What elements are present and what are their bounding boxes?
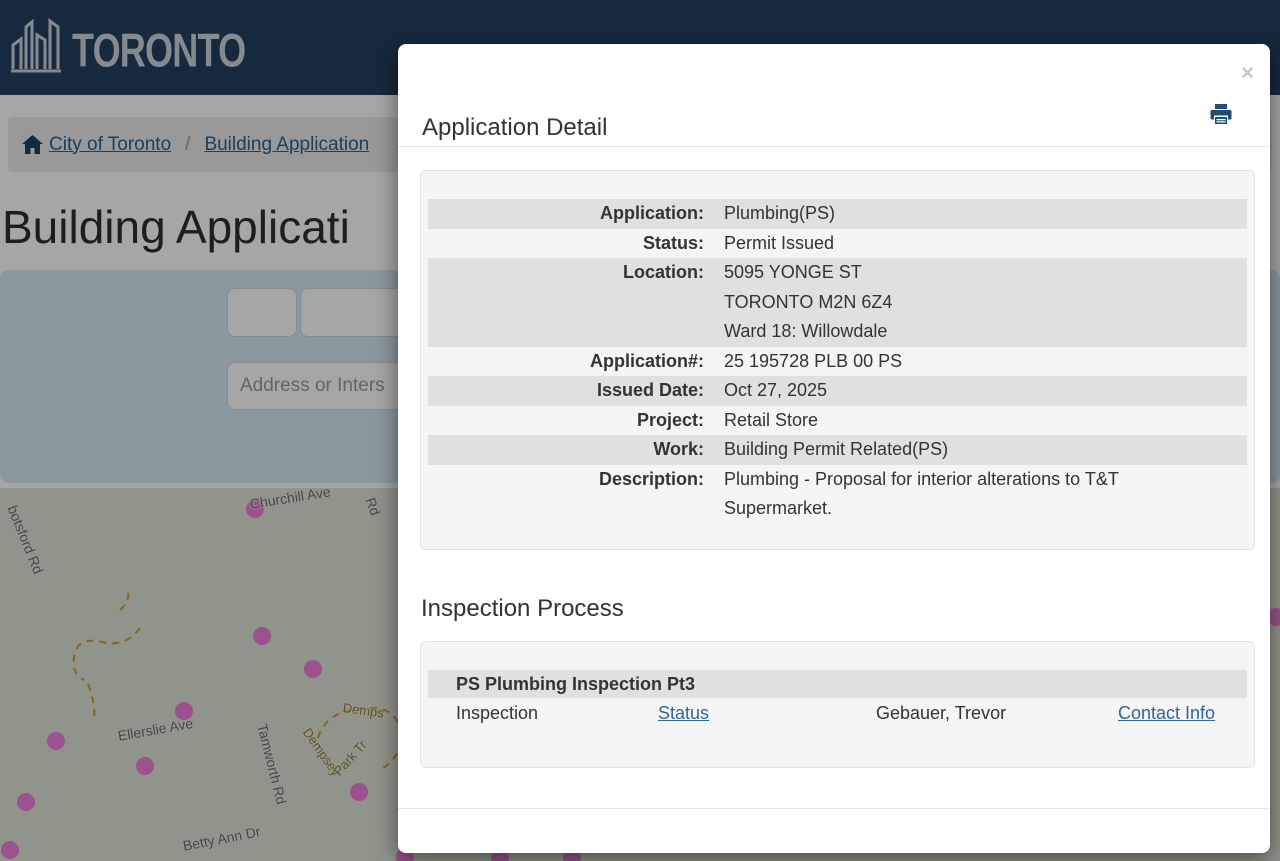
detail-row: Application: Plumbing(PS) — [428, 199, 1247, 229]
detail-row-value: Retail Store — [724, 409, 819, 430]
detail-row-label: Status: — [642, 232, 704, 253]
detail-row-label: Description: — [598, 468, 704, 489]
detail-row: Work: Building Permit Related(PS) — [428, 435, 1247, 465]
detail-row-value: Permit Issued — [724, 232, 835, 253]
detail-row: Description: Plumbing - Proposal for inte… — [428, 465, 1247, 524]
page: TORONTO City of Toronto / Building Appli… — [0, 0, 1280, 861]
close-icon[interactable]: × — [1241, 62, 1254, 84]
inspection-panel: PS Plumbing Inspection Pt3 Inspection St… — [420, 641, 1255, 768]
contact-info-link[interactable]: Contact Info — [1118, 703, 1215, 723]
detail-row-label: Issued Date: — [596, 380, 704, 400]
detail-row-value: Building Permit Related(PS) — [724, 439, 949, 459]
detail-row-value: Plumbing - Proposal for interior alterat… — [724, 468, 1119, 519]
inspection-type: Inspection — [456, 703, 539, 723]
print-icon[interactable] — [1209, 102, 1233, 126]
detail-row-label: Project: — [636, 409, 704, 430]
detail-row-value: 25 195728 PLB 00 PS — [724, 350, 903, 371]
application-detail-modal: Application Detail × Application: Plumbin… — [398, 44, 1270, 853]
application-detail-table: Application: Plumbing(PS) Status: Permit Is… — [420, 170, 1255, 550]
detail-row: Project: Retail Store — [428, 406, 1247, 436]
detail-row-label: Application#: — [589, 350, 704, 371]
inspection-group-title: PS Plumbing Inspection Pt3 — [428, 670, 1247, 698]
detail-row-value: 5095 YONGE ST TORONTO M2N 6Z4 Ward 18: W… — [724, 262, 893, 341]
modal-title: Application Detail — [422, 114, 608, 141]
inspection-process-heading: Inspection Process — [421, 595, 624, 622]
modal-header-divider — [398, 146, 1270, 147]
detail-row: Status: Permit Issued — [428, 229, 1247, 259]
modal-footer-divider — [398, 808, 1270, 809]
inspection-row: Inspection Status Gebauer, Trevor Contac… — [428, 700, 1247, 727]
detail-row-value: Oct 27, 2025 — [724, 380, 828, 400]
detail-row-label: Location: — [623, 262, 704, 282]
detail-row: Issued Date: Oct 27, 2025 — [428, 376, 1247, 406]
detail-row-label: Work: — [653, 439, 704, 459]
inspector-name: Gebauer, Trevor — [876, 703, 1007, 723]
detail-row: Location: 5095 YONGE ST TORONTO M2N 6Z4 W… — [428, 258, 1247, 347]
detail-row-label: Application: — [600, 203, 704, 223]
status-link[interactable]: Status — [658, 703, 709, 723]
detail-row: Application#: 25 195728 PLB 00 PS — [428, 347, 1247, 377]
detail-row-value: Plumbing(PS) — [724, 203, 836, 223]
